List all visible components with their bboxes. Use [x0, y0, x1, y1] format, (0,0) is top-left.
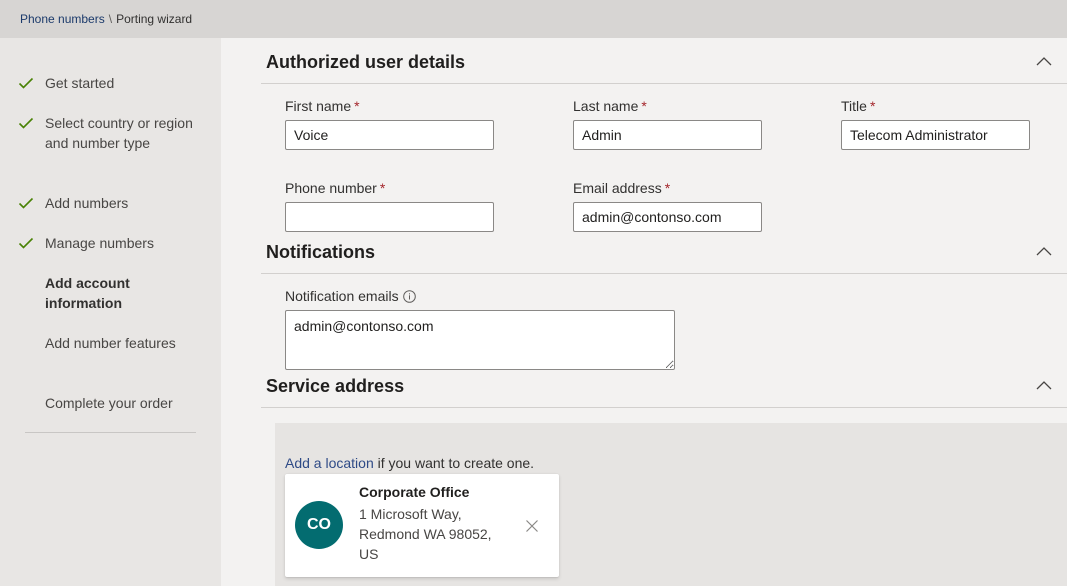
wizard-step-label: Complete your order: [45, 395, 173, 411]
sidebar-divider: [25, 432, 196, 433]
wizard-step-label: Get started: [45, 75, 115, 91]
first-name-label: First name *: [285, 98, 360, 114]
notification-emails-field[interactable]: admin@contonso.com: [285, 310, 675, 370]
checkmark-icon: [18, 77, 34, 89]
breadcrumb-separator: \: [108, 12, 113, 26]
service-address-heading: Service address: [266, 376, 405, 396]
notification-emails-label: Notification emails: [285, 288, 416, 304]
main-content: Authorized user details First name* Last…: [221, 38, 1067, 586]
section-divider: [261, 83, 1067, 84]
first-name-field[interactable]: [285, 120, 494, 150]
checkmark-icon: [18, 117, 34, 129]
required-marker: *: [354, 98, 360, 114]
breadcrumb-current: Porting wizard: [116, 12, 193, 26]
required-marker: *: [664, 180, 671, 196]
authorized-user-heading: Authorized user details: [266, 52, 466, 72]
section-divider: [261, 407, 1067, 408]
required-marker: *: [869, 98, 876, 114]
avatar: CO: [295, 501, 343, 549]
wizard-sidebar: Get started Select country or region and…: [0, 38, 221, 586]
last-name-label: Last name *: [573, 98, 647, 114]
breadcrumb-phone-numbers[interactable]: Phone numbers: [20, 12, 105, 26]
location-card[interactable]: CO Corporate Office 1 Microsoft Way, Red…: [285, 474, 559, 577]
wizard-step-label: Add numbers: [45, 195, 129, 211]
wizard-step-label: Select country or region and number type: [45, 115, 193, 151]
required-marker: *: [641, 98, 647, 114]
location-address: 1 Microsoft Way, Redmond WA 98052, US: [359, 506, 492, 562]
wizard-step-label: Manage numbers: [45, 235, 154, 251]
required-marker: *: [379, 180, 386, 196]
notifications-heading: Notifications: [266, 242, 376, 262]
checkmark-icon: [18, 237, 34, 249]
email-address-field[interactable]: [573, 202, 762, 232]
location-name: Corporate Office: [359, 484, 470, 500]
add-location-suffix: if you want to create one.: [373, 455, 535, 471]
chevron-up-icon[interactable]: [1035, 56, 1053, 68]
breadcrumb: Phone numbers \ Porting wizard: [0, 0, 1067, 38]
phone-number-field[interactable]: [285, 202, 494, 232]
chevron-up-icon[interactable]: [1035, 380, 1053, 392]
info-icon[interactable]: [402, 290, 416, 303]
phone-number-label: Phone number *: [285, 180, 386, 196]
add-location-link[interactable]: Add a location: [285, 455, 374, 471]
title-label: Title *: [841, 98, 876, 114]
close-icon[interactable]: [525, 519, 539, 533]
chevron-up-icon[interactable]: [1035, 246, 1053, 258]
wizard-step-label: Add account information: [45, 275, 130, 311]
email-address-label: Email address *: [573, 180, 671, 196]
last-name-field[interactable]: [573, 120, 762, 150]
wizard-step-label: Add number features: [45, 335, 176, 351]
checkmark-icon: [18, 197, 34, 209]
add-location-prompt: Add a location if you want to create one…: [285, 455, 534, 471]
section-divider: [261, 273, 1067, 274]
title-field[interactable]: [841, 120, 1030, 150]
